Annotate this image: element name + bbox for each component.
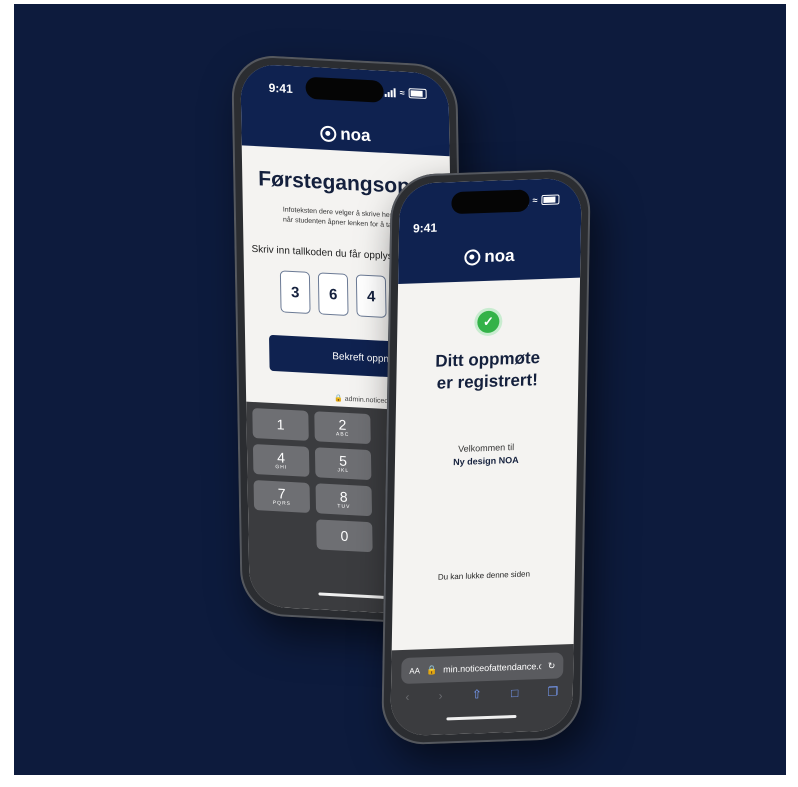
- key-digit: 4: [277, 449, 286, 466]
- browser-chrome: AA 🔒 min.noticeofattendance.com ↻ ‹ › ⇧ …: [390, 643, 574, 737]
- url-text: min.noticeofattendance.com: [443, 661, 542, 675]
- browser-toolbar: ‹ › ⇧ □ ❐: [391, 684, 573, 704]
- wifi-icon: ≈: [532, 195, 538, 206]
- status-time: 9:41: [268, 80, 293, 97]
- design-name: Ny design NOA: [453, 454, 519, 468]
- share-icon[interactable]: ⇧: [472, 687, 482, 701]
- key-letters: PQRS: [272, 500, 292, 507]
- info-text: Infoteksten dere velger å skrive her, nå…: [283, 206, 394, 232]
- mockup-scene: 9:41 ≈ noa Førstegangsoppmøte Infotekste…: [14, 4, 786, 775]
- key-letters: JKL: [337, 467, 350, 475]
- forward-icon[interactable]: ›: [438, 689, 442, 703]
- key-8[interactable]: 8 TUV: [315, 483, 373, 517]
- tabs-icon[interactable]: ❐: [547, 685, 558, 699]
- key-digit: 8: [339, 488, 348, 505]
- text-size-button[interactable]: AA: [409, 666, 420, 675]
- dynamic-island: [451, 189, 530, 215]
- key-digit: 5: [339, 452, 348, 469]
- wifi-icon: ≈: [399, 87, 405, 98]
- logo-text: noa: [484, 245, 515, 267]
- code-prompt: Skriv inn tallkoden du får opplyst: [251, 243, 396, 263]
- key-7[interactable]: 7 PQRS: [253, 480, 311, 513]
- key-digit: 2: [338, 416, 347, 433]
- bookmarks-icon[interactable]: □: [511, 686, 518, 700]
- success-title: Ditt oppmøte er registrert!: [396, 346, 579, 396]
- noa-logo-icon: [320, 125, 337, 143]
- status-time: 9:41: [412, 220, 438, 236]
- address-bar[interactable]: AA 🔒 min.noticeofattendance.com ↻: [401, 652, 564, 685]
- home-indicator[interactable]: [446, 714, 517, 721]
- signal-icon: [384, 87, 396, 97]
- code-digit-input[interactable]: 6: [317, 272, 349, 316]
- dynamic-island: [305, 76, 384, 103]
- lock-icon: 🔒: [333, 395, 343, 403]
- status-icons: ≈: [384, 87, 427, 100]
- logo-text: noa: [340, 124, 371, 146]
- phone-front: 9:41 ≈ noa ✓ Ditt oppmøte er registrert!: [381, 168, 591, 746]
- noa-logo-icon: [464, 249, 481, 266]
- key-digit: 0: [340, 527, 349, 545]
- home-indicator[interactable]: [318, 592, 389, 600]
- key-5[interactable]: 5 JKL: [314, 447, 372, 481]
- lock-icon: 🔒: [425, 664, 438, 675]
- noa-logo: noa: [464, 246, 515, 268]
- reload-icon[interactable]: ↻: [548, 660, 556, 671]
- battery-icon: [408, 88, 427, 100]
- key-letters: GHI: [275, 464, 288, 471]
- battery-icon: [541, 194, 560, 206]
- app-header: 9:41 ≈ noa: [240, 63, 450, 157]
- key-digit: 7: [277, 485, 286, 502]
- noa-logo: noa: [320, 123, 371, 146]
- code-digit-input[interactable]: 3: [279, 270, 311, 314]
- phone-front-screen: 9:41 ≈ noa ✓ Ditt oppmøte er registrert!: [390, 177, 582, 737]
- key-4[interactable]: 4 GHI: [252, 443, 310, 477]
- key-0[interactable]: 0: [316, 519, 373, 553]
- success-check-icon: ✓: [477, 310, 500, 334]
- back-icon[interactable]: ‹: [405, 690, 409, 704]
- key-2[interactable]: 2 ABC: [314, 411, 371, 445]
- key-1[interactable]: 1: [252, 407, 309, 441]
- close-page-message: Du kan lukke denne siden: [437, 569, 531, 582]
- key-blank: [254, 516, 311, 549]
- code-digit-input[interactable]: 4: [355, 274, 387, 318]
- key-letters: TUV: [337, 503, 351, 511]
- key-digit: 1: [276, 416, 285, 433]
- key-letters: ABC: [335, 431, 350, 439]
